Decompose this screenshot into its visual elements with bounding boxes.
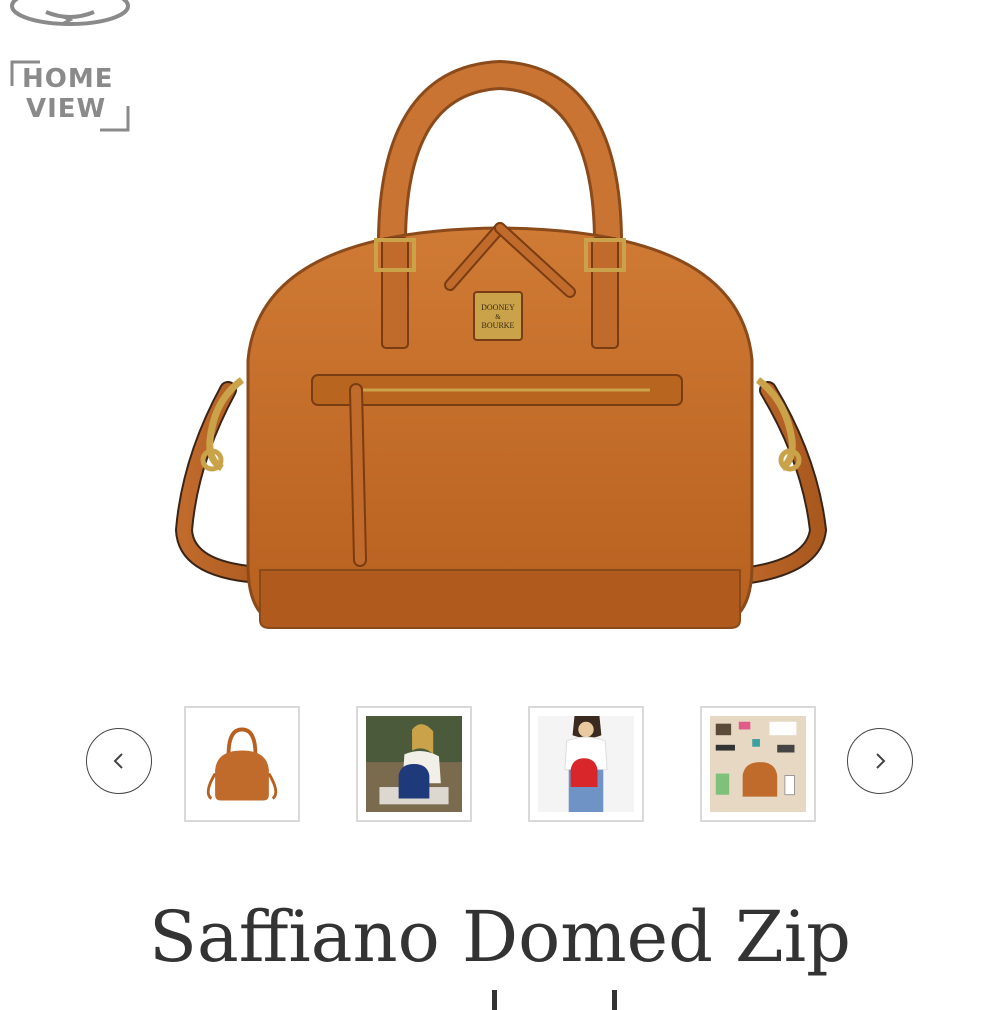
brand-plate-text-3: BOURKE (482, 321, 515, 330)
brand-plate-text-2: & (495, 313, 501, 321)
thumbnail-flatlay-contents[interactable] (700, 706, 816, 822)
carousel-prev-button[interactable] (86, 728, 152, 794)
thumbnail-woman-red-bag[interactable] (528, 706, 644, 822)
thumbnail-carousel (0, 700, 1000, 830)
thumbnail-woman-navy-bag[interactable] (356, 706, 472, 822)
chevron-right-icon (876, 753, 886, 769)
home-view-label: HOME VIEW (22, 64, 114, 124)
home-view-button[interactable]: HOME VIEW (10, 60, 130, 132)
home-view-line1: HOME (22, 64, 114, 94)
product-title: Saffiano Domed Zip (149, 896, 851, 978)
thumbnail-tan-satchel[interactable] (184, 706, 300, 822)
flatlay-contents-image (710, 716, 806, 812)
chevron-left-icon (113, 753, 123, 769)
woman-red-bag-image (538, 716, 634, 812)
360-view-icon[interactable] (8, 0, 132, 36)
woman-navy-bag-image (366, 716, 462, 812)
brand-plate-text-1: DOONEY (481, 303, 515, 312)
tan-satchel-image (194, 716, 290, 812)
home-view-line2: VIEW (26, 94, 107, 124)
carousel-next-button[interactable] (847, 728, 913, 794)
product-hero-image[interactable]: DOONEY & BOURKE (150, 60, 850, 650)
product-title-continuation (492, 990, 617, 1010)
